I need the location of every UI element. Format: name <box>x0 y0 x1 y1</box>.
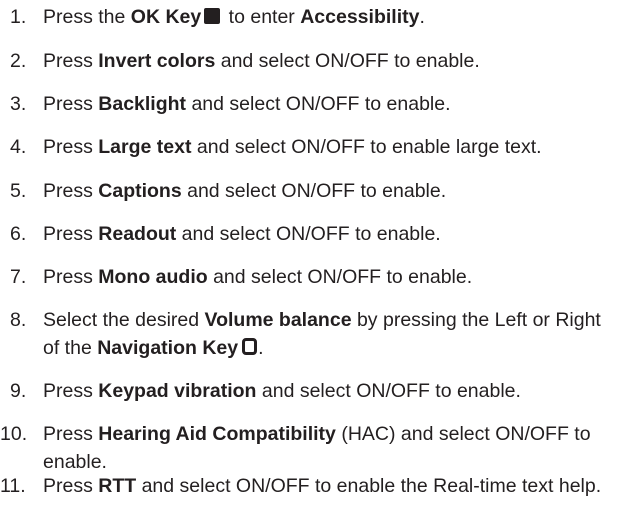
step-text-part: and select ON/OFF to enable. <box>207 266 473 288</box>
step-bold-term: Captions <box>98 180 182 202</box>
step-4: 4. Press Large text and select ON/OFF to… <box>0 133 620 161</box>
step-text-part: . <box>258 337 264 359</box>
step-number: 2. <box>10 50 27 72</box>
step-number: 8. <box>10 309 27 331</box>
step-8: 8. Select the desired Volume balance by … <box>0 306 620 362</box>
step-9: 9. Press Keypad vibration and select ON/… <box>0 377 620 405</box>
step-text: Press Invert colors and select ON/OFF to… <box>43 47 620 75</box>
step-text: Select the desired Volume balance by pre… <box>43 306 620 362</box>
step-bold-term: Large text <box>98 136 192 158</box>
step-text-part: Press <box>43 223 99 245</box>
step-text-part: Press <box>43 50 99 72</box>
step-text-part: Press <box>43 380 99 402</box>
step-text: Press Keypad vibration and select ON/OFF… <box>43 377 620 405</box>
step-text: Press Mono audio and select ON/OFF to en… <box>43 263 620 291</box>
step-text-part: Press <box>43 93 99 115</box>
step-7: 7. Press Mono audio and select ON/OFF to… <box>0 263 620 291</box>
step-text-part: and select ON/OFF to enable. <box>186 93 451 115</box>
step-number: 1. <box>10 6 27 28</box>
step-text-part: and select ON/OFF to enable. <box>181 180 447 202</box>
step-text-part: Press the <box>43 6 131 28</box>
step-number: 3. <box>10 93 27 115</box>
navigation-key-icon <box>242 338 258 355</box>
step-3: 3. Press Backlight and select ON/OFF to … <box>0 90 620 118</box>
step-text: Press the OK Key to enter Accessibility. <box>43 3 620 31</box>
step-text-part: to enter <box>223 6 301 28</box>
step-text: Press Readout and select ON/OFF to enabl… <box>43 220 620 248</box>
step-1: 1. Press the OK Key to enter Accessibili… <box>0 3 620 31</box>
step-text: Press Hearing Aid Compatibility (HAC) an… <box>43 420 620 476</box>
step-text-part: Press <box>43 266 99 288</box>
step-number: 6. <box>10 223 27 245</box>
step-bold-term: Keypad vibration <box>98 380 257 402</box>
step-2: 2. Press Invert colors and select ON/OFF… <box>0 47 620 75</box>
step-bold-term: Navigation Key <box>97 337 239 359</box>
step-text-part: Press <box>43 136 99 158</box>
step-text: Press Backlight and select ON/OFF to ena… <box>43 90 620 118</box>
step-11: 11. Press RTT and select ON/OFF to enabl… <box>0 472 620 500</box>
step-6: 6. Press Readout and select ON/OFF to en… <box>0 220 620 248</box>
step-number: 5. <box>10 180 27 202</box>
step-10: 10. Press Hearing Aid Compatibility (HAC… <box>0 420 620 476</box>
step-bold-term: OK Key <box>130 6 202 28</box>
step-bold-term: Mono audio <box>98 266 208 288</box>
step-text-part: Select the desired <box>43 309 205 331</box>
step-bold-term: Invert colors <box>98 50 216 72</box>
step-5: 5. Press Captions and select ON/OFF to e… <box>0 177 620 205</box>
step-bold-term: Hearing Aid Compatibility <box>98 423 336 445</box>
step-text-part: Press <box>43 423 99 445</box>
step-text-part: and select ON/OFF to enable. <box>176 223 441 245</box>
ok-key-icon <box>204 8 221 24</box>
step-text-part: and select ON/OFF to enable. <box>256 380 521 402</box>
step-bold-term: Accessibility <box>300 6 420 28</box>
step-text-part: and select ON/OFF to enable large text. <box>191 136 542 158</box>
step-number: 10. <box>0 423 28 445</box>
step-number: 11. <box>0 475 26 497</box>
step-text-part: and select ON/OFF to enable. <box>215 50 480 72</box>
step-text: Press Large text and select ON/OFF to en… <box>43 133 620 161</box>
step-text-part: . <box>419 6 425 28</box>
step-bold-term: Backlight <box>98 93 187 115</box>
step-text-part: and select ON/OFF to enable the Real-tim… <box>136 475 602 497</box>
step-bold-term: Readout <box>98 223 177 245</box>
step-text: Press RTT and select ON/OFF to enable th… <box>43 472 620 500</box>
step-number: 9. <box>10 380 27 402</box>
step-text-part: Press <box>43 475 99 497</box>
step-number: 7. <box>10 266 27 288</box>
step-text-part: Press <box>43 180 99 202</box>
step-bold-term: RTT <box>98 475 137 497</box>
step-number: 4. <box>10 136 27 158</box>
step-text: Press Captions and select ON/OFF to enab… <box>43 177 620 205</box>
step-bold-term: Volume balance <box>204 309 352 331</box>
